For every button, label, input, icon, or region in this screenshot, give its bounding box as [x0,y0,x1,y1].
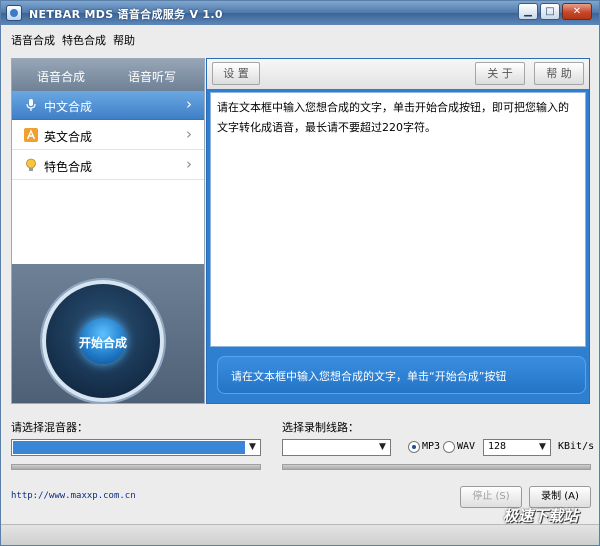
left-tab-strip: 语音合成 语音听写 [12,59,204,91]
menu-help[interactable]: 帮助 [113,32,135,48]
right-panel: 设 置 关 于 帮 助 请在文本框中输入您想合成的文字，单击开始合成按钮，即可把… [206,58,590,404]
letter-a-icon [24,128,38,142]
record-line-label: 选择录制线路： [282,421,359,434]
dropdown-arrow-icon: ▼ [375,440,390,455]
hint-text: 请在文本框中输入您想合成的文字，单击“开始合成”按钮 [231,370,507,383]
menu-special-synthesis[interactable]: 特色合成 [62,32,106,48]
app-logo-icon [6,5,22,21]
nav-item-label: 特色合成 [44,160,93,174]
tab-speech-synthesis[interactable]: 语音合成 [37,68,85,85]
synthesis-text-input[interactable]: 请在文本框中输入您想合成的文字，单击开始合成按钮，即可把您输入的文字转化成语音，… [210,92,586,347]
bitrate-value: 128 [488,441,507,452]
chevron-right-icon: › [186,95,192,113]
mixer-label: 请选择混音器： [11,421,88,434]
mixer-selected-value [13,441,245,454]
close-button[interactable]: ✕ [562,3,592,20]
nav-item-label: 中文合成 [44,100,93,114]
status-bar [1,524,599,545]
chevron-right-icon: › [186,155,192,173]
nav-item-special-synthesis[interactable]: 特色合成 › [12,151,204,180]
website-link[interactable]: http://www.maxxp.com.cn [11,491,136,501]
chevron-right-icon: › [186,125,192,143]
dropdown-arrow-icon: ▼ [535,440,550,455]
mixer-level-bar [11,464,261,470]
lightbulb-icon [26,158,36,171]
nav-item-label: 英文合成 [44,130,93,144]
start-synthesis-button[interactable]: 开始合成 [42,280,164,402]
about-button[interactable]: 关 于 [475,62,525,85]
menu-speech-synthesis[interactable]: 语音合成 [11,32,55,48]
app-window: NETBAR MDS 语音合成服务 V 1.0 ▁ □ ✕ 语音合成 特色合成 … [0,0,600,546]
wav-radio-label: WAV [457,441,476,452]
tab-speech-dictation[interactable]: 语音听写 [128,68,176,85]
minimize-button[interactable]: ▁ [518,3,538,20]
record-line-select[interactable]: ▼ [282,439,391,456]
bitrate-unit: KBit/s [558,441,595,452]
menu-bar: 语音合成 特色合成 帮助 [1,27,599,49]
maximize-button[interactable]: □ [540,3,560,20]
nav-item-english-synthesis[interactable]: 英文合成 › [12,121,204,150]
toolbar: 设 置 关 于 帮 助 [207,59,589,89]
start-area: 开始合成 [12,264,204,403]
mp3-radio-label: MP3 [422,441,441,452]
window-title: NETBAR MDS 语音合成服务 V 1.0 [29,8,223,21]
title-bar[interactable]: NETBAR MDS 语音合成服务 V 1.0 ▁ □ ✕ [1,1,599,25]
mixer-select[interactable]: ▼ [11,439,261,456]
wav-radio[interactable] [443,441,455,453]
mp3-radio[interactable] [408,441,420,453]
settings-button[interactable]: 设 置 [212,62,260,85]
microphone-icon [26,99,36,111]
record-level-bar [282,464,591,470]
bitrate-select[interactable]: 128 ▼ [483,439,551,456]
dropdown-arrow-icon: ▼ [245,440,260,455]
hint-bar: 请在文本框中输入您想合成的文字，单击“开始合成”按钮 [217,356,586,394]
watermark-logo: 极速下载站 [503,507,579,525]
start-synthesis-label: 开始合成 [78,336,127,350]
nav-item-chinese-synthesis[interactable]: 中文合成 › [12,91,204,120]
left-panel: 语音合成 语音听写 中文合成 › 英文合成 › 特色合成 › 开始合成 [11,58,205,404]
help-button[interactable]: 帮 助 [534,62,584,85]
